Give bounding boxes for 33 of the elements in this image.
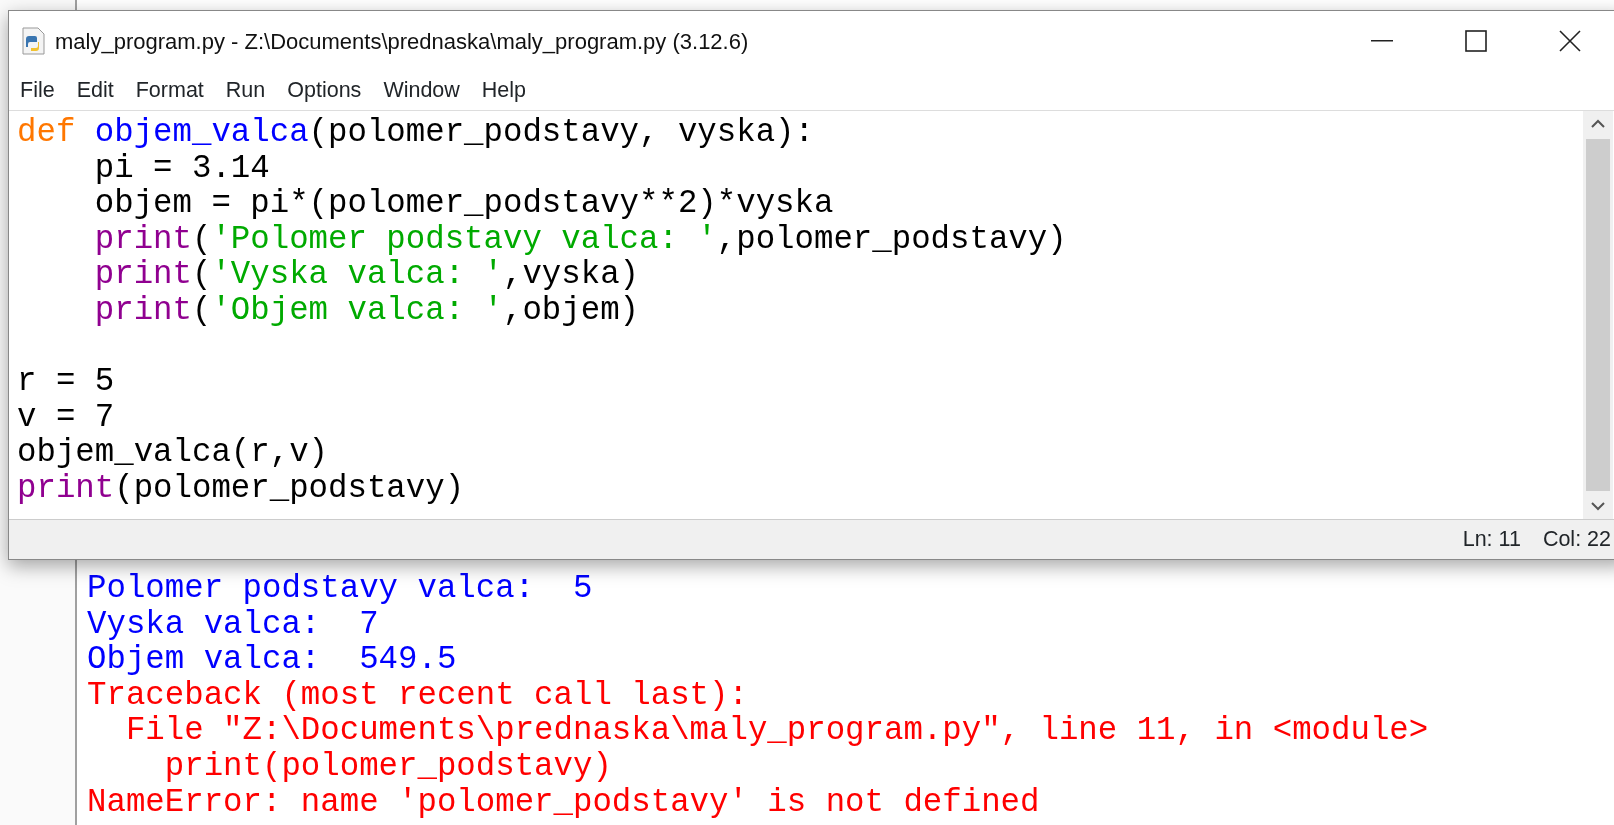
minimize-icon[interactable] [1371, 40, 1393, 42]
code-line: print(polomer_podstavy) [17, 470, 466, 507]
error-line: File "Z:\Documents\prednaska\maly_program.py", line 11, in <module> [124, 713, 1429, 749]
output-line: Objem valca: 549.5 [87, 642, 458, 678]
error-line: Traceback (most recent call last): [87, 677, 749, 714]
menu-item[interactable]: File [9, 74, 66, 107]
code-line: objem = pi*(polomer_podstavy**2)*vyska [93, 186, 835, 222]
column-number: Col: 22 [1542, 526, 1611, 554]
error-line: print(polomer_podstavy) [163, 748, 613, 785]
maximize-icon[interactable] [1465, 30, 1487, 52]
code-line: pi = 3.14 [93, 150, 271, 187]
output-line: Polomer podstavy valca: 5 [87, 571, 594, 607]
menu-item[interactable]: Window [372, 74, 471, 107]
code-line: r = 5 [17, 364, 116, 400]
error-line: NameError: name 'polomer_podstavy' is not defined [87, 784, 1041, 821]
code-line: print('Objem valca: ',objem) [93, 292, 641, 331]
menu-item[interactable]: Edit [65, 74, 125, 107]
close-icon[interactable] [1559, 30, 1581, 52]
code-line: objem_valca(r,v) [17, 435, 329, 471]
menu-item[interactable]: Help [470, 74, 538, 107]
python-file-icon [21, 27, 47, 55]
window-title: maly_program.py - Z:\Documents\prednaska\maly_program.py (3.12.6) [55, 27, 750, 56]
scrollbar-thumb[interactable] [1586, 139, 1610, 491]
line-number: Ln: 11 [1462, 526, 1521, 554]
code-line: print('Polomer podstavy valca: ',polomer_podstavy) [93, 221, 1068, 258]
menu-item[interactable]: Run [214, 74, 277, 107]
output-line: Vyska valca: 7 [87, 606, 380, 643]
menu-item[interactable]: Options [276, 74, 373, 107]
code-line: print('Vyska valca: ',vyska) [93, 257, 641, 293]
menu-item[interactable]: Format [124, 74, 215, 107]
code-line: def objem_valca(polomer_podstavy, vyska): [17, 115, 815, 151]
scrollbar[interactable] [1583, 111, 1613, 519]
code-line: v = 7 [17, 399, 116, 436]
